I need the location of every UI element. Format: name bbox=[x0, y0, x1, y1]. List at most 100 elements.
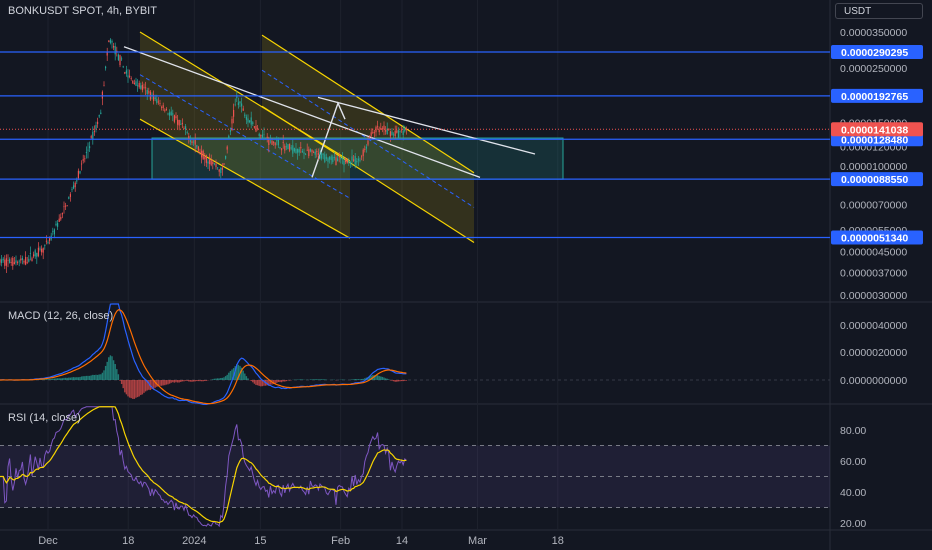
macd-histogram-bar bbox=[63, 377, 65, 380]
candle-body bbox=[354, 156, 356, 165]
candle-body bbox=[90, 136, 92, 138]
candle-body bbox=[335, 157, 337, 166]
candle-body bbox=[42, 248, 44, 253]
macd-histogram-bar bbox=[125, 380, 128, 395]
macd-histogram-bar bbox=[276, 380, 278, 383]
macd-histogram-bar bbox=[320, 379, 323, 380]
candle-body bbox=[349, 161, 351, 164]
macd-histogram-bar bbox=[168, 380, 171, 384]
macd-histogram-bar bbox=[104, 365, 107, 380]
macd-histogram-bar bbox=[223, 377, 225, 380]
candle-body bbox=[281, 148, 283, 151]
candle-body bbox=[351, 156, 353, 161]
macd-histogram-bar bbox=[352, 379, 355, 380]
candle-body bbox=[309, 148, 311, 152]
macd-histogram-bar bbox=[138, 380, 140, 397]
candle-body bbox=[277, 139, 279, 146]
candle-body bbox=[49, 238, 51, 241]
candle-body bbox=[71, 189, 73, 190]
candle-body bbox=[263, 134, 265, 136]
candle-body bbox=[271, 140, 273, 145]
candle-body bbox=[298, 149, 300, 153]
candle-body bbox=[41, 248, 43, 253]
candle-body bbox=[162, 105, 164, 108]
candle-body bbox=[313, 151, 315, 153]
candle-body bbox=[173, 115, 175, 122]
macd-histogram-bar bbox=[164, 380, 166, 386]
candle-body bbox=[133, 82, 135, 85]
macd-histogram-bar bbox=[64, 377, 67, 380]
candle-body bbox=[385, 130, 387, 132]
macd-histogram-bar bbox=[122, 380, 124, 389]
candle-body bbox=[301, 151, 303, 153]
macd-histogram-bar bbox=[215, 378, 217, 380]
macd-histogram-bar bbox=[356, 379, 358, 380]
candle-body bbox=[170, 111, 172, 116]
macd-histogram-bar bbox=[204, 380, 206, 381]
chart-title: BONKUSDT SPOT, 4h, BYBIT bbox=[8, 5, 157, 17]
currency-selector[interactable]: USDT bbox=[835, 3, 923, 19]
candle-body bbox=[215, 163, 217, 168]
candle-body bbox=[245, 116, 247, 120]
price-axis[interactable]: 0.00003500000.00002500000.00001500000.00… bbox=[831, 27, 923, 530]
candle-body bbox=[93, 131, 95, 132]
macd-histogram-bar bbox=[136, 380, 139, 398]
macd-histogram-bar bbox=[384, 378, 387, 380]
macd-histogram-bar bbox=[66, 377, 68, 380]
candle-body bbox=[57, 222, 59, 227]
candle-body bbox=[373, 132, 375, 134]
candle-body bbox=[261, 134, 263, 139]
candle-body bbox=[15, 260, 17, 263]
macd-histogram-bar bbox=[79, 376, 81, 380]
candle-body bbox=[85, 152, 87, 153]
macd-histogram-bar bbox=[116, 369, 118, 380]
candle-body bbox=[175, 116, 177, 119]
candle-body bbox=[357, 158, 359, 161]
macd-histogram-bar bbox=[144, 380, 147, 392]
time-axis-label: Mar bbox=[468, 535, 487, 547]
candle-body bbox=[34, 250, 36, 257]
candle-body bbox=[193, 141, 195, 143]
macd-histogram-bar bbox=[288, 380, 291, 381]
candle-body bbox=[233, 110, 235, 117]
candle-body bbox=[63, 206, 65, 208]
macd-histogram-bar bbox=[77, 377, 80, 380]
macd-histogram-bar bbox=[300, 379, 302, 380]
macd-histogram-bar bbox=[381, 376, 384, 380]
candle-body bbox=[247, 118, 249, 123]
macd-histogram-bar bbox=[260, 380, 262, 387]
candle-body bbox=[204, 157, 206, 160]
macd-histogram-bar bbox=[189, 380, 192, 382]
candle-body bbox=[127, 75, 129, 78]
candle-body bbox=[317, 152, 319, 155]
macd-histogram-bar bbox=[242, 370, 244, 380]
candle-body bbox=[289, 143, 291, 151]
macd-histogram-bar bbox=[221, 377, 224, 380]
candle-body bbox=[383, 125, 385, 130]
candle-body bbox=[5, 258, 7, 266]
macd-histogram-bar bbox=[362, 378, 364, 380]
time-axis[interactable]: Dec 18 2024 15 Feb 14 Mar 18 bbox=[38, 535, 564, 547]
macd-histogram-bar bbox=[229, 370, 232, 380]
candle-body bbox=[73, 185, 75, 189]
macd-histogram-bar bbox=[280, 380, 283, 383]
candle-body bbox=[209, 159, 211, 165]
rsi-pane bbox=[0, 406, 830, 528]
macd-histogram-bar bbox=[258, 380, 260, 386]
candle-body bbox=[253, 126, 255, 128]
level-label: 0.0000192765 bbox=[841, 91, 908, 103]
macd-histogram-bar bbox=[255, 380, 257, 386]
candle-body bbox=[60, 217, 62, 220]
macd-histogram-bar bbox=[159, 380, 161, 386]
candle-body bbox=[18, 260, 20, 262]
candle-body bbox=[361, 156, 363, 158]
candle-body bbox=[213, 163, 215, 165]
candle-body bbox=[74, 182, 76, 188]
time-axis-label: 18 bbox=[122, 535, 134, 547]
candle-body bbox=[141, 84, 143, 91]
macd-histogram-bar bbox=[245, 376, 248, 380]
trading-chart[interactable]: 0.00003500000.00002500000.00001500000.00… bbox=[0, 0, 932, 550]
macd-histogram-bar bbox=[388, 379, 390, 380]
macd-histogram-bar bbox=[400, 380, 403, 382]
rsi-axis-label: 40.00 bbox=[840, 487, 866, 499]
